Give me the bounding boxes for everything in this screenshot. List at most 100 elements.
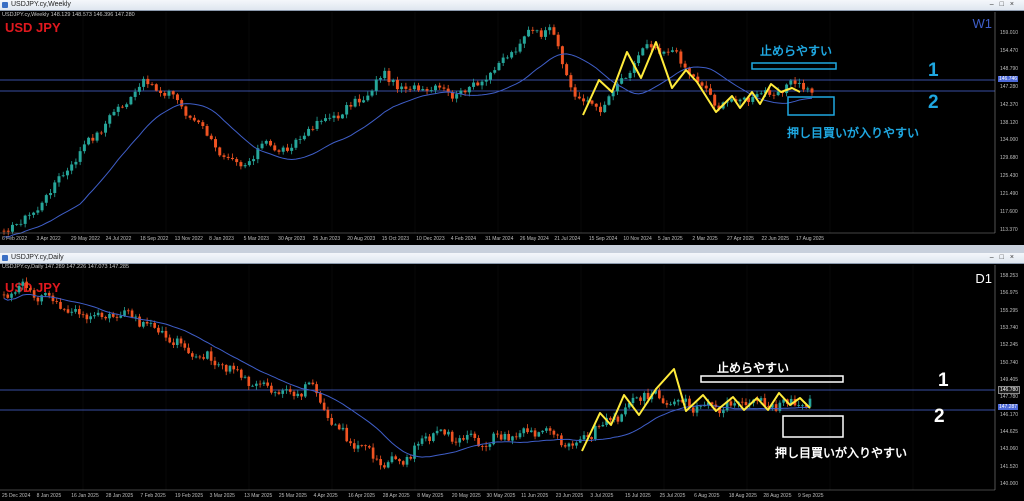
candle-body [412,85,416,90]
candle-body [776,91,780,96]
candle-body [251,385,254,387]
weekly-chart-window[interactable]: USDJPY.cy,Weekly –□× USDJPY.cy,Weekly 14… [0,0,1024,245]
candle-body [62,308,66,310]
candle-body [294,139,298,148]
candle-body [222,155,226,157]
candle-body [398,459,401,462]
candle-body [226,156,230,158]
candle-body [247,161,251,166]
candle-body [488,444,492,447]
candle-body [194,356,198,358]
date-tick-label: 15 Sep 2024 [588,236,618,242]
candle-body [281,147,285,152]
price-tick-label: 134.000 [1000,137,1019,144]
candle-body [578,439,582,443]
candle-body [27,214,31,216]
candle-body [599,106,602,113]
candle-body [797,405,801,406]
weekly-price-chart[interactable] [0,0,1024,245]
candle-body [401,461,405,465]
date-tick-label: 7 Feb 2025 [140,493,166,499]
candle-body [273,392,277,394]
candle-body [221,364,224,366]
candle-body [375,458,379,460]
candle-body [616,416,620,422]
date-tick-label: 16 Apr 2025 [348,493,376,499]
candle-body [134,316,138,318]
candle-body [383,70,387,79]
date-tick-label: 24 Jul 2022 [105,236,132,242]
date-tick-label: 29 May 2022 [71,236,100,242]
candle-body [120,106,124,108]
candle-body [575,442,578,446]
candle-body [228,365,232,372]
candle-body [247,376,251,386]
date-tick-label: 10 Dec 2023 [416,236,445,242]
candle-body [507,433,511,441]
daily-chart-window[interactable]: USDJPY.cy,Daily –□× USDJPY.cy,Daily 147.… [0,253,1024,501]
candle-body [774,404,778,411]
candle-body [21,281,25,286]
candle-body [49,193,53,196]
date-tick-label: 28 Aug 2025 [763,493,792,499]
candle-body [288,389,292,392]
candle-body [675,50,679,52]
candle-body [340,114,344,119]
date-tick-label: 25 Jul 2025 [659,493,686,499]
date-tick-label: 20 May 2025 [451,493,481,499]
candle-body [802,82,806,90]
date-tick-label: 21 Jul 2024 [554,236,581,242]
date-tick-label: 5 Mar 2023 [243,236,269,242]
candle-body [793,80,797,84]
price-tick-label: 155.295 [1000,307,1019,314]
candle-body [493,70,497,73]
candle-body [150,84,154,85]
candle-body [416,443,420,446]
candle-body [160,330,164,333]
price-tick-label: 158.253 [1000,273,1019,279]
candle-body [51,295,55,302]
candle-body [778,402,782,411]
price-tick-label: 147.780 [1000,394,1019,401]
candle-body [417,85,421,91]
candle-body [499,434,503,440]
candle-body [609,417,612,420]
candle-body [36,210,40,213]
candle-body [603,104,607,113]
date-tick-label: 26 May 2024 [519,236,549,242]
candle-body [100,312,104,318]
candle-body [658,390,661,399]
candle-body [624,78,628,79]
candle-body [362,100,366,103]
candle-body [345,427,349,442]
candle-body [201,122,205,127]
candle-body [442,87,446,89]
daily-price-chart[interactable] [0,253,1024,501]
candle-body [2,294,6,296]
candle-body [214,139,217,148]
candle-body [772,94,776,96]
candle-body [463,90,467,93]
candle-body [330,417,333,425]
candle-body [119,315,123,318]
candle-body [311,382,315,385]
candle-body [324,118,327,121]
candle-body [36,297,40,302]
candle-body [224,364,228,372]
date-tick-label: 13 Nov 2022 [174,236,203,242]
candle-body [82,144,86,152]
price-tick-label: 113.370 [1000,227,1018,233]
candle-body [217,364,221,366]
candle-body [209,135,213,140]
candle-body [303,384,307,397]
price-tick-label: 154.470 [1000,47,1019,54]
candle-body [188,115,192,118]
candle-body [522,36,526,44]
candle-body [537,432,541,437]
candle-body [138,316,141,327]
candle-body [676,400,680,402]
candle-body [480,81,484,86]
candle-body [266,382,269,386]
candle-body [435,430,439,434]
candle-body [624,407,627,415]
